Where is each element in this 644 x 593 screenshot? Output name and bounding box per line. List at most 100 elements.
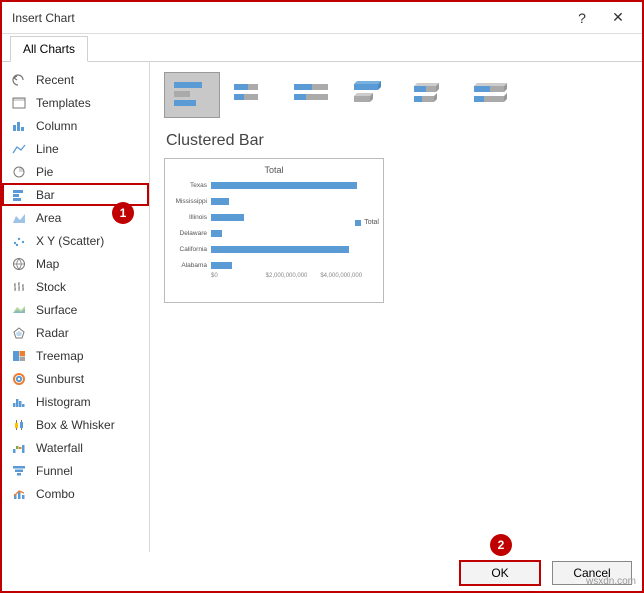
sidebar-item-recent[interactable]: Recent xyxy=(2,68,149,91)
chart-preview[interactable]: Total Texas Mississippi Illinois Delawar… xyxy=(164,158,384,303)
subtype-100-stacked-bar[interactable] xyxy=(284,72,340,118)
sidebar-item-line[interactable]: Line xyxy=(2,137,149,160)
sidebar-item-histogram[interactable]: Histogram xyxy=(2,390,149,413)
sidebar-item-pie[interactable]: Pie xyxy=(2,160,149,183)
preview-legend: Total xyxy=(355,219,379,226)
legend-label: Total xyxy=(364,219,379,226)
treemap-chart-icon xyxy=(10,348,28,364)
subtype-clustered-bar[interactable] xyxy=(164,72,220,118)
dialog-title: Insert Chart xyxy=(12,11,564,25)
tab-all-charts[interactable]: All Charts xyxy=(10,36,88,62)
category-label: Alabama xyxy=(173,262,211,269)
box-whisker-chart-icon xyxy=(10,417,28,433)
pie-chart-icon xyxy=(10,164,28,180)
category-label: Illinois xyxy=(173,214,211,221)
bar-chart-icon xyxy=(10,187,28,203)
sidebar-item-combo[interactable]: Combo xyxy=(2,482,149,505)
undo-icon xyxy=(10,72,28,88)
sidebar-item-label: Bar xyxy=(36,188,55,202)
category-label: Mississippi xyxy=(173,198,211,205)
bar-illinois xyxy=(211,214,244,221)
combo-chart-icon xyxy=(10,486,28,502)
legend-swatch xyxy=(355,220,361,226)
sidebar-item-label: Histogram xyxy=(36,395,91,409)
sidebar-item-funnel[interactable]: Funnel xyxy=(2,459,149,482)
annotation-2: 2 xyxy=(490,534,512,556)
tab-strip: All Charts xyxy=(2,34,642,62)
bar-alabama xyxy=(211,262,232,269)
sidebar-item-label: X Y (Scatter) xyxy=(36,234,104,248)
sidebar-item-surface[interactable]: Surface xyxy=(2,298,149,321)
scatter-chart-icon xyxy=(10,233,28,249)
bar-mississippi xyxy=(211,198,229,205)
x-tick: $2,000,000,000 xyxy=(266,273,321,279)
x-tick: $4,000,000,000 xyxy=(320,273,375,279)
ok-button[interactable]: OK 2 xyxy=(460,561,540,585)
sidebar-item-label: Treemap xyxy=(36,349,84,363)
sidebar-item-box-whisker[interactable]: Box & Whisker xyxy=(2,413,149,436)
map-chart-icon xyxy=(10,256,28,272)
category-label: California xyxy=(173,246,211,253)
sidebar-item-treemap[interactable]: Treemap xyxy=(2,344,149,367)
chart-type-sidebar: Recent Templates Column Line Pie Bar Are… xyxy=(2,62,150,552)
sidebar-item-label: Box & Whisker xyxy=(36,418,115,432)
title-bar: Insert Chart ? ✕ xyxy=(2,2,642,34)
sidebar-item-column[interactable]: Column xyxy=(2,114,149,137)
sidebar-item-label: Map xyxy=(36,257,59,271)
subtype-3d-100-stacked-bar[interactable] xyxy=(464,72,520,118)
subtype-title: Clustered Bar xyxy=(166,132,628,150)
help-button[interactable]: ? xyxy=(564,4,600,32)
sidebar-item-label: Surface xyxy=(36,303,77,317)
sidebar-item-label: Stock xyxy=(36,280,66,294)
subtype-stacked-bar[interactable] xyxy=(224,72,280,118)
category-label: Delaware xyxy=(173,230,211,237)
line-chart-icon xyxy=(10,141,28,157)
sidebar-item-label: Funnel xyxy=(36,464,73,478)
sidebar-item-label: Column xyxy=(36,119,77,133)
sidebar-item-label: Combo xyxy=(36,487,75,501)
subtype-3d-clustered-bar[interactable] xyxy=(344,72,400,118)
x-tick: $0 xyxy=(211,273,266,279)
ok-button-label: OK xyxy=(491,566,508,580)
sidebar-item-label: Area xyxy=(36,211,61,225)
bar-california xyxy=(211,246,349,253)
area-chart-icon xyxy=(10,210,28,226)
x-axis-ticks: $0 $2,000,000,000 $4,000,000,000 xyxy=(211,273,375,279)
dialog-window: Insert Chart ? ✕ All Charts Recent Templ… xyxy=(0,0,644,593)
main-panel: Clustered Bar Total Texas Mississippi Il… xyxy=(150,62,642,552)
bar-texas xyxy=(211,182,357,189)
category-label: Texas xyxy=(173,182,211,189)
sidebar-item-sunburst[interactable]: Sunburst xyxy=(2,367,149,390)
annotation-1: 1 xyxy=(112,202,134,224)
funnel-chart-icon xyxy=(10,463,28,479)
sidebar-item-label: Sunburst xyxy=(36,372,84,386)
sidebar-item-label: Pie xyxy=(36,165,53,179)
stock-chart-icon xyxy=(10,279,28,295)
waterfall-chart-icon xyxy=(10,440,28,456)
sidebar-item-templates[interactable]: Templates xyxy=(2,91,149,114)
dialog-body: Recent Templates Column Line Pie Bar Are… xyxy=(2,62,642,552)
sidebar-item-label: Radar xyxy=(36,326,69,340)
sidebar-item-label: Recent xyxy=(36,73,74,87)
sidebar-item-label: Line xyxy=(36,142,59,156)
sidebar-item-stock[interactable]: Stock xyxy=(2,275,149,298)
preview-chart-area: Texas Mississippi Illinois Delaware Cali… xyxy=(173,177,375,285)
surface-chart-icon xyxy=(10,302,28,318)
column-chart-icon xyxy=(10,118,28,134)
sidebar-item-scatter[interactable]: X Y (Scatter) xyxy=(2,229,149,252)
sidebar-item-radar[interactable]: Radar xyxy=(2,321,149,344)
close-button[interactable]: ✕ xyxy=(600,4,636,32)
histogram-chart-icon xyxy=(10,394,28,410)
templates-icon xyxy=(10,95,28,111)
sunburst-chart-icon xyxy=(10,371,28,387)
sidebar-item-label: Waterfall xyxy=(36,441,83,455)
chart-subtype-row xyxy=(164,72,628,118)
sidebar-item-map[interactable]: Map xyxy=(2,252,149,275)
preview-chart-title: Total xyxy=(173,165,375,175)
radar-chart-icon xyxy=(10,325,28,341)
sidebar-item-label: Templates xyxy=(36,96,91,110)
sidebar-item-waterfall[interactable]: Waterfall xyxy=(2,436,149,459)
watermark: wsxdn.com xyxy=(586,576,636,587)
bar-delaware xyxy=(211,230,222,237)
subtype-3d-stacked-bar[interactable] xyxy=(404,72,460,118)
